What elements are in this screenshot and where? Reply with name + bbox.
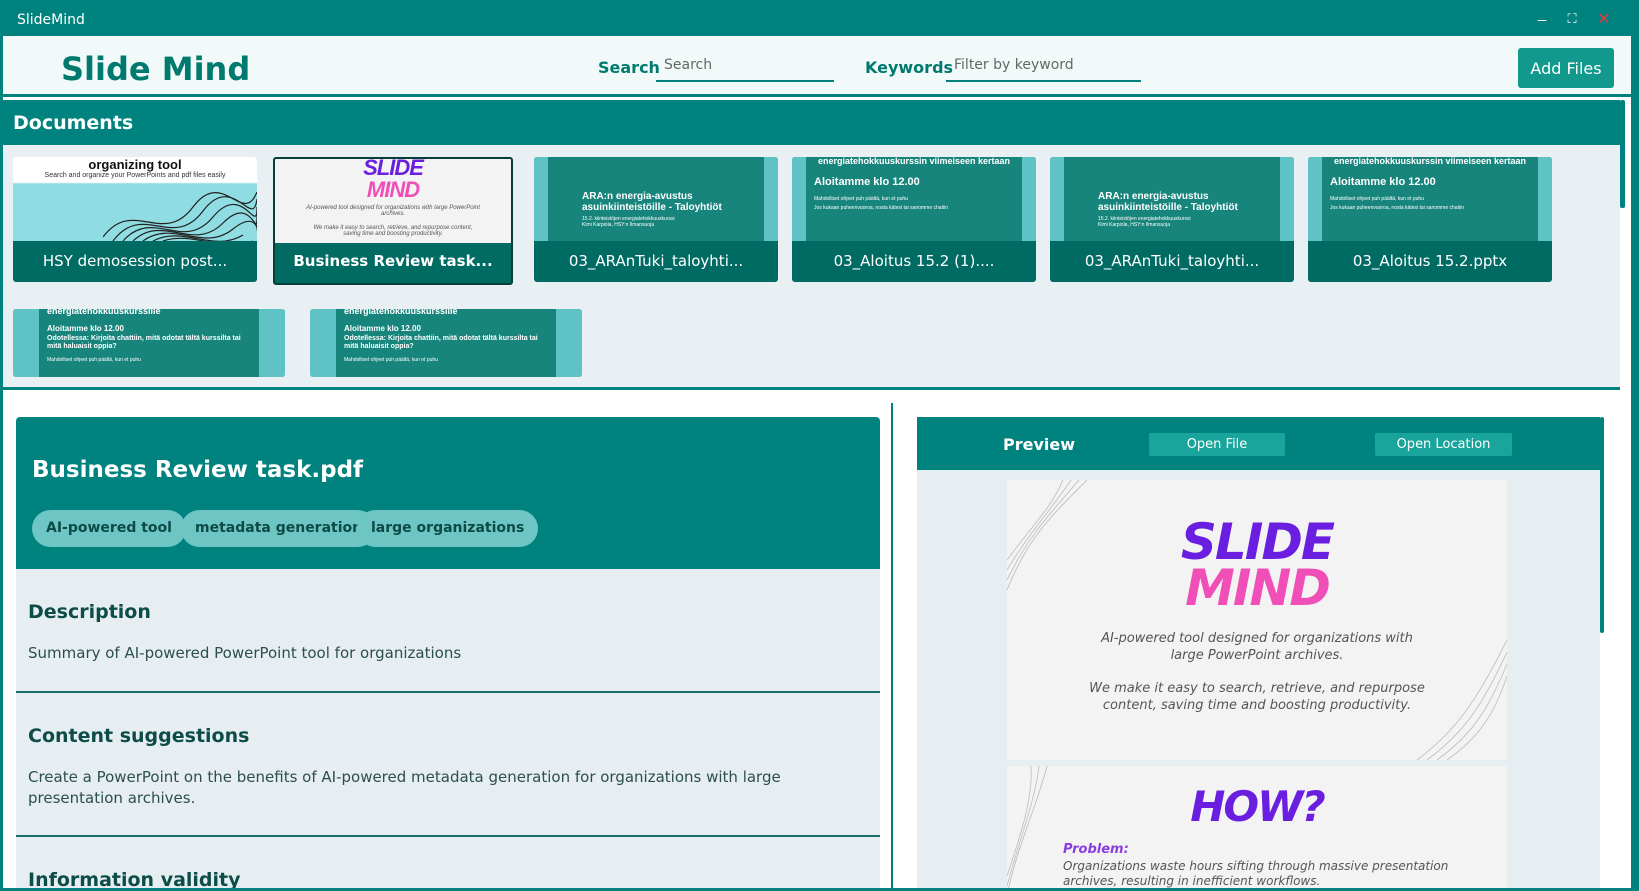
search-label: Search <box>598 58 660 77</box>
thumbnail-subtitle-2: Jos kukaan puheenvuoroa, nosta kätesi ta… <box>814 205 948 211</box>
document-thumbnail: energiatehokkuuskurssille Aloitamme klo … <box>13 309 285 377</box>
document-card[interactable]: energiatehokkuuskurssille Aloitamme klo … <box>310 309 582 377</box>
window-title: SlideMind <box>17 12 85 28</box>
minimize-icon[interactable]: _ <box>1528 5 1556 22</box>
document-thumbnail: energiatehokkuuskurssille Aloitamme klo … <box>310 309 582 377</box>
slide-text-line: archives, resulting in inefficient workf… <box>1063 874 1321 888</box>
document-thumbnail: ARA:n energia-avustus asuinkiinteistöill… <box>1050 157 1294 241</box>
document-name: 03_Aloitus 15.2 (1).... <box>833 252 995 270</box>
slide-text-line: large PowerPoint archives. <box>1170 648 1344 663</box>
thumbnail-title: organizing tool <box>88 157 182 172</box>
thumbnail-title: Aloitamme klo 12.00 <box>814 176 920 188</box>
document-card-selected[interactable]: SLIDE MIND AI-powered tool designed for … <box>273 157 513 285</box>
document-name: HSY demosession post... <box>42 252 228 270</box>
slide-text-line: AI-powered tool designed for organizatio… <box>1101 631 1413 646</box>
app-header: Slide Mind Search Keywords Add Files <box>3 36 1631 97</box>
add-files-button[interactable]: Add Files <box>1518 48 1614 88</box>
app-logo: Slide Mind <box>61 50 251 88</box>
thumbnail-subtitle-2: Mahdolliset ohjeet puh päältä, kun et pu… <box>47 357 141 363</box>
tag-chip[interactable]: metadata generation <box>181 510 377 547</box>
documents-header: Documents <box>3 100 1620 145</box>
thumbnail-title: Aloitamme klo 12.00 <box>47 324 124 333</box>
thumbnail-title: Aloitamme klo 12.00 <box>1330 176 1436 188</box>
document-card[interactable]: energiatehokkuuskurssin viimeiseen kerta… <box>1308 157 1552 282</box>
detail-title: Business Review task.pdf <box>32 457 364 483</box>
document-name: 03_ARAnTuki_taloyhti... <box>1084 252 1260 270</box>
section-divider <box>16 691 880 693</box>
thumbnail-title: ARA:n energia-avustus asuinkiinteistöill… <box>1098 191 1238 213</box>
documents-scrollbar[interactable] <box>1620 100 1625 208</box>
open-location-button[interactable]: Open Location <box>1375 433 1512 456</box>
document-name: 03_ARAnTuki_taloyhti... <box>568 252 744 270</box>
preview-scrollbar[interactable] <box>1600 417 1604 633</box>
slide-heading: HOW? <box>1190 782 1326 831</box>
thumbnail-title: Aloitamme klo 12.00 <box>344 324 421 333</box>
detail-header: Business Review task.pdf AI-powered tool… <box>16 417 880 569</box>
panel-divider[interactable] <box>891 403 893 888</box>
tag-chip[interactable]: AI-powered tool <box>32 510 186 547</box>
document-card[interactable]: ARA:n energia-avustus asuinkiinteistöill… <box>534 157 778 282</box>
description-text: Summary of AI-powered PowerPoint tool fo… <box>28 644 462 662</box>
thumbnail-heading: energiatehokkuuskurssin viimeiseen kerta… <box>817 157 1011 166</box>
thumbnail-subtitle: Mahdolliset ohjeet puh päältä, kun et pu… <box>814 196 908 202</box>
document-name: Business Review task... <box>293 252 493 270</box>
content-suggestions-heading: Content suggestions <box>28 725 250 747</box>
document-card[interactable]: organizing tool Search and organize your… <box>13 157 257 282</box>
thumbnail-subtitle: Search and organize your PowerPoints and… <box>44 172 226 179</box>
decorative-lines-graphic <box>1007 766 1048 888</box>
document-detail-panel: Business Review task.pdf AI-powered tool… <box>16 417 880 891</box>
maximize-icon[interactable]: ⛶ <box>1558 11 1586 27</box>
documents-heading: Documents <box>13 112 134 134</box>
documents-grid: organizing tool Search and organize your… <box>3 145 1620 390</box>
preview-slide: HOW? Problem: Organizations waste hours … <box>1007 766 1507 888</box>
tag-chip[interactable]: large organizations <box>357 510 539 547</box>
thumbnail-heading: energiatehokkuuskurssin viimeiseen kerta… <box>1333 157 1527 166</box>
description-heading: Description <box>28 601 151 623</box>
thumbnail-subtitle: AI-powered tool designed for organizatio… <box>306 205 480 217</box>
thumbnail-subtitle: Odotellessa: Kirjoita chattiin, mitä odo… <box>344 335 538 350</box>
wave-lines-graphic <box>103 191 257 241</box>
search-input[interactable] <box>656 49 834 82</box>
section-divider <box>16 835 880 837</box>
keywords-label: Keywords <box>865 58 954 77</box>
slide-text-line: content, saving time and boosting produc… <box>1102 698 1412 713</box>
thumbnail-subtitle: Odotellessa: Kirjoita chattiin, mitä odo… <box>47 335 241 350</box>
thumbnail-subtitle-2: Kimi Karpiola, HSY:n Ilmansuoja <box>582 222 654 228</box>
close-icon[interactable]: ✕ <box>1590 9 1618 29</box>
keyword-filter-input[interactable] <box>946 49 1141 82</box>
document-thumbnail: organizing tool Search and organize your… <box>13 157 257 241</box>
title-bar: SlideMind _ ⛶ ✕ <box>3 3 1631 36</box>
document-card[interactable]: energiatehokkuuskurssin viimeiseen kerta… <box>792 157 1036 282</box>
slide-logo-bottom: MIND <box>1185 559 1331 617</box>
preview-panel: Preview Open File Open Location SLIDE MI… <box>917 417 1600 888</box>
thumbnail-subtitle-2: We make it easy to search, retrieve, and… <box>313 225 473 237</box>
document-name: 03_Aloitus 15.2.pptx <box>1352 252 1508 270</box>
document-thumbnail: energiatehokkuuskurssin viimeiseen kerta… <box>792 157 1036 241</box>
slide-text-line: Organizations waste hours sifting throug… <box>1063 859 1449 873</box>
information-validity-heading: Information validity <box>28 869 241 891</box>
slide-problem-label: Problem: <box>1063 842 1129 857</box>
thumbnail-logo-top: SLIDE <box>363 159 424 180</box>
thumbnail-heading: energiatehokkuuskurssille <box>344 309 458 316</box>
thumbnail-heading: energiatehokkuuskurssille <box>47 309 161 316</box>
document-card[interactable]: energiatehokkuuskurssille Aloitamme klo … <box>13 309 285 377</box>
thumbnail-logo-bottom: MIND <box>366 177 420 202</box>
preview-title: Preview <box>1003 435 1076 454</box>
document-card[interactable]: ARA:n energia-avustus asuinkiinteistöill… <box>1050 157 1294 282</box>
thumbnail-subtitle: Mahdolliset ohjeet puh päältä, kun et pu… <box>1330 196 1424 202</box>
open-file-button[interactable]: Open File <box>1149 433 1285 456</box>
thumbnail-subtitle-2: Kimi Karpiola, HSY:n Ilmansuoja <box>1098 222 1170 228</box>
thumbnail-subtitle-2: Jos kukaan puheenvuoroa, nosta kätesi ta… <box>1330 205 1464 211</box>
document-thumbnail: SLIDE MIND AI-powered tool designed for … <box>275 159 511 243</box>
document-thumbnail: ARA:n energia-avustus asuinkiinteistöill… <box>534 157 778 241</box>
document-thumbnail: energiatehokkuuskurssin viimeiseen kerta… <box>1308 157 1552 241</box>
app-window: SlideMind _ ⛶ ✕ Slide Mind Search Keywor… <box>0 0 1639 891</box>
preview-header: Preview Open File Open Location <box>917 417 1600 470</box>
thumbnail-subtitle-2: Mahdolliset ohjeet puh päältä, kun et pu… <box>344 357 438 363</box>
content-suggestions-text: Create a PowerPoint on the benefits of A… <box>28 768 781 807</box>
slide-text-line: We make it easy to search, retrieve, and… <box>1089 681 1425 696</box>
thumbnail-title: ARA:n energia-avustus asuinkiinteistöill… <box>582 191 722 213</box>
preview-slide: SLIDE MIND AI-powered tool designed for … <box>1007 480 1507 760</box>
